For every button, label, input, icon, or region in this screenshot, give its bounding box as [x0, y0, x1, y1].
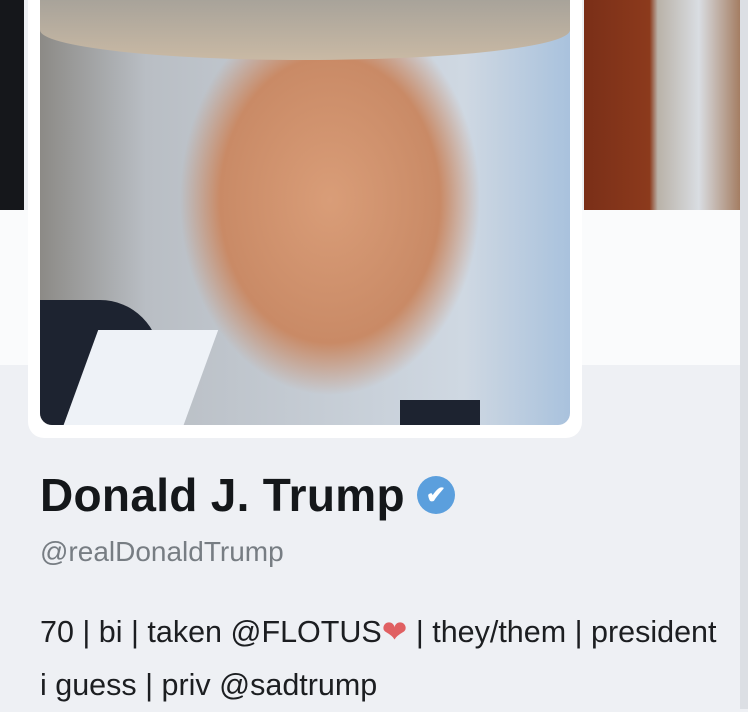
page-edge	[740, 0, 748, 709]
profile-avatar[interactable]	[40, 0, 570, 425]
avatar-suit-right	[400, 400, 480, 425]
header-image-left	[0, 0, 24, 210]
verified-badge-icon: ✔	[416, 476, 455, 514]
profile-name: Donald J. Trump	[40, 469, 405, 521]
heart-icon: ❤	[381, 615, 408, 649]
profile-handle[interactable]: @realDonaldTrump	[40, 536, 284, 568]
avatar-hair	[40, 0, 570, 60]
profile-bio: 70 | bi | taken @FLOTUS❤ | they/them | p…	[40, 606, 730, 712]
bio-mention-flotus[interactable]: @FLOTUS	[231, 615, 382, 649]
profile-name-row: Donald J. Trump ✔	[40, 468, 455, 522]
bio-mention-sadtrump[interactable]: @sadtrump	[219, 668, 377, 702]
header-image-right	[584, 0, 748, 210]
bio-text: 70 | bi | taken	[40, 615, 231, 649]
